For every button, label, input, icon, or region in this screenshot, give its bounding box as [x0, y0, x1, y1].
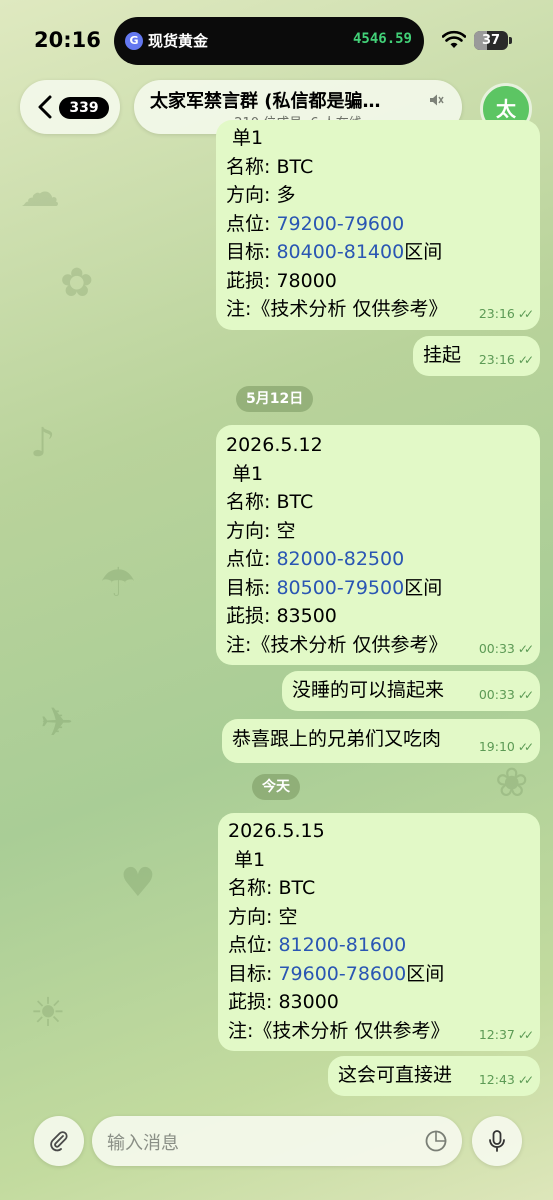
target-link[interactable]: 80500-79500 — [276, 577, 404, 599]
wifi-icon — [442, 30, 466, 48]
double-check-icon: ✓✓ — [517, 687, 534, 702]
background-doodle: ✿ — [60, 260, 94, 306]
background-doodle: ✈ — [40, 700, 74, 746]
microphone-button[interactable] — [472, 1116, 522, 1166]
message-bubble[interactable]: 挂起 23:16 ✓✓ — [413, 336, 540, 376]
signal-stop: 茈损: 78000 — [226, 269, 337, 292]
battery-tip — [509, 37, 512, 44]
target-link[interactable]: 80400-81400 — [276, 241, 404, 263]
target-link[interactable]: 79600-78600 — [278, 963, 406, 985]
input-placeholder: 输入消息 — [107, 1133, 179, 1154]
signal-target: 目标: 80500-79500区间 — [226, 576, 443, 599]
message-meta: 23:16 ✓✓ — [478, 351, 534, 367]
signal-date: 2026.5.12 — [226, 434, 323, 456]
signal-name: 名称: BTC — [226, 155, 314, 178]
message-bubble[interactable]: 没睡的可以搞起来 00:33 ✓✓ — [282, 671, 540, 711]
message-bubble[interactable]: 单1 名称: BTC 方向: 多 点位: 79200-79600 目标: 804… — [216, 120, 540, 330]
battery-level: 37 — [481, 33, 501, 48]
message-meta: 12:43 ✓✓ — [478, 1071, 534, 1087]
signal-direction: 方向: 多 — [226, 184, 296, 206]
signal-direction: 方向: 空 — [228, 905, 298, 928]
signal-stop: 茈损: 83000 — [228, 991, 339, 1013]
message-meta: 00:33 ✓✓ — [478, 686, 534, 702]
signal-unit: 单1 — [234, 848, 266, 871]
paperclip-icon — [50, 1131, 68, 1152]
sticker-icon[interactable] — [424, 1129, 448, 1153]
message-bubble[interactable]: 2026.5.15 单1 名称: BTC 方向: 空 点位: 81200-816… — [218, 813, 540, 1051]
chevron-left-icon — [38, 95, 52, 119]
double-check-icon: ✓✓ — [517, 352, 534, 367]
message-meta: 19:10 ✓✓ — [478, 738, 534, 754]
double-check-icon: ✓✓ — [517, 641, 534, 656]
double-check-icon: ✓✓ — [517, 306, 534, 321]
status-bar: 20:16 G 现货黄金 4546.59 37 — [0, 0, 553, 80]
signal-point: 点位: 82000-82500 — [226, 548, 405, 570]
signal-target: 目标: 80400-81400区间 — [226, 241, 443, 263]
date-separator: 5月12日 — [236, 386, 314, 412]
signal-unit: 单1 — [232, 127, 264, 149]
signal-date: 2026.5.15 — [228, 820, 325, 842]
message-meta: 23:16 ✓✓ — [478, 305, 534, 321]
signal-stop: 茈损: 83500 — [226, 605, 337, 627]
chat-title: 太家军禁言群 (私信都是骗… — [150, 91, 381, 112]
message-input[interactable]: 输入消息 — [92, 1116, 462, 1166]
background-doodle: ☂ — [100, 560, 136, 606]
status-time: 20:16 — [34, 28, 101, 52]
signal-name: 名称: BTC — [228, 877, 316, 899]
gold-app-icon: G — [125, 32, 143, 50]
message-meta: 00:33 ✓✓ — [478, 640, 534, 656]
dynamic-island[interactable]: G 现货黄金 4546.59 — [114, 17, 424, 65]
signal-point: 点位: 81200-81600 — [228, 934, 407, 956]
unread-count-badge: 339 — [59, 97, 109, 119]
island-price: 4546.59 — [352, 31, 412, 47]
battery-indicator: 37 — [474, 31, 508, 50]
back-button[interactable]: 339 — [20, 80, 120, 134]
double-check-icon: ✓✓ — [517, 1072, 534, 1087]
message-bubble[interactable]: 2026.5.12 单1 名称: BTC 方向: 空 点位: 82000-825… — [216, 425, 540, 665]
date-separator: 今天 — [252, 774, 300, 800]
double-check-icon: ✓✓ — [517, 739, 534, 754]
mute-icon — [430, 94, 444, 106]
signal-direction: 方向: 空 — [226, 519, 296, 542]
signal-unit: 单1 — [232, 462, 264, 485]
point-link[interactable]: 79200-79600 — [276, 213, 404, 235]
background-doodle: ♥ — [120, 860, 156, 906]
point-link[interactable]: 82000-82500 — [276, 548, 404, 570]
signal-name: 名称: BTC — [226, 491, 314, 513]
microphone-icon — [489, 1130, 505, 1152]
message-bubble[interactable]: 恭喜跟上的兄弟们又吃肉 19:10 ✓✓ — [222, 719, 540, 763]
point-link[interactable]: 81200-81600 — [278, 934, 406, 956]
background-doodle: ☁ — [20, 170, 60, 216]
background-doodle: ♪ — [30, 420, 56, 466]
background-doodle: ❀ — [495, 760, 529, 806]
double-check-icon: ✓✓ — [517, 1027, 534, 1042]
message-meta: 12:37 ✓✓ — [478, 1026, 534, 1042]
attach-button[interactable] — [34, 1116, 84, 1166]
island-app-name: 现货黄金 — [148, 32, 209, 50]
background-doodle: ☀ — [30, 990, 66, 1036]
signal-target: 目标: 79600-78600区间 — [228, 962, 445, 985]
message-bubble[interactable]: 这会可直接进 12:43 ✓✓ — [328, 1056, 540, 1096]
signal-point: 点位: 79200-79600 — [226, 212, 405, 235]
